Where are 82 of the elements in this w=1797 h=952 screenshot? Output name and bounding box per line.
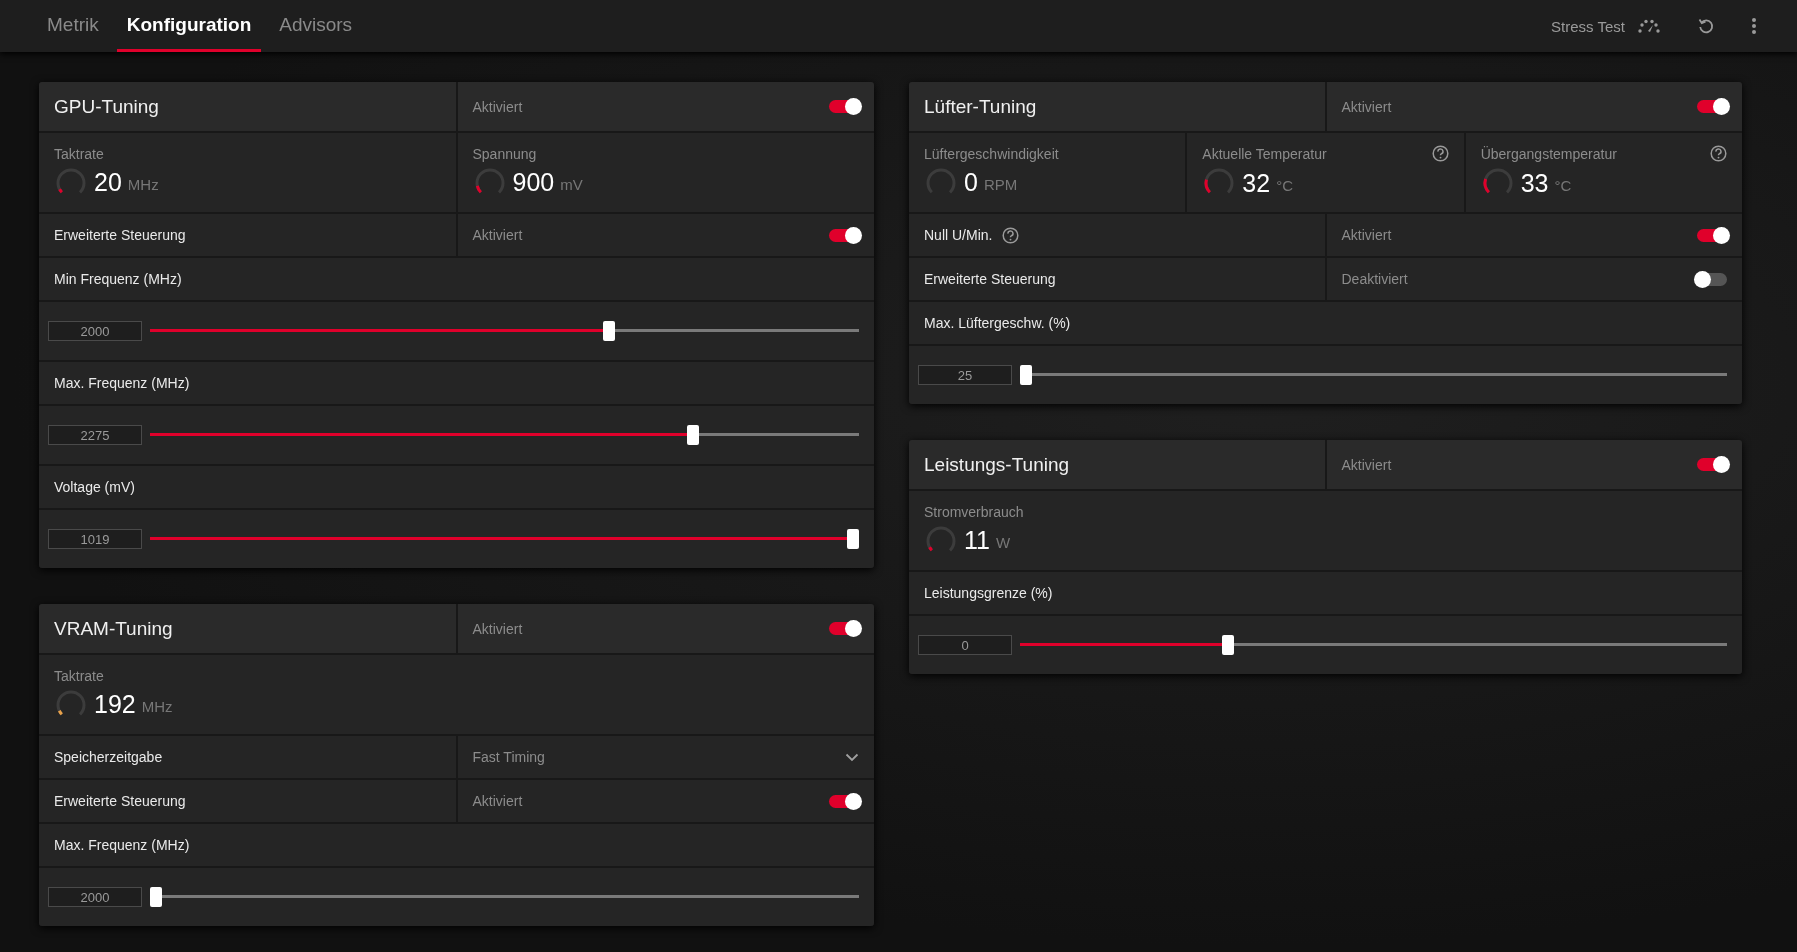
value-field[interactable]: 25 bbox=[918, 365, 1012, 385]
slider-track[interactable] bbox=[150, 529, 859, 549]
slider-label: Max. Frequenz (MHz) bbox=[54, 837, 190, 853]
help-icon[interactable] bbox=[1431, 145, 1449, 162]
metric-unit: mV bbox=[560, 176, 583, 193]
slider-track[interactable] bbox=[150, 887, 859, 907]
toggle-switch[interactable] bbox=[829, 794, 859, 808]
toggle-switch[interactable] bbox=[1697, 458, 1727, 471]
slider-thumb[interactable] bbox=[603, 321, 616, 341]
card-title: Leistungs-Tuning bbox=[924, 453, 1070, 476]
toggle-switch[interactable] bbox=[829, 100, 859, 113]
metric-unit: W bbox=[995, 534, 1011, 551]
slider-track[interactable] bbox=[1020, 635, 1727, 655]
toggle-switch[interactable] bbox=[1697, 272, 1727, 286]
slider-thumb[interactable] bbox=[847, 529, 859, 549]
tab[interactable]: Metrik bbox=[37, 0, 109, 52]
toggle-switch[interactable] bbox=[829, 622, 859, 635]
status-text: Aktiviert bbox=[472, 227, 523, 243]
status-text: Aktiviert bbox=[1341, 98, 1392, 115]
value-field[interactable]: 0 bbox=[918, 635, 1012, 655]
status-text: Aktiviert bbox=[1341, 227, 1392, 243]
gauge-icon[interactable] bbox=[1637, 18, 1661, 34]
metric-label: Stromverbrauch bbox=[924, 503, 1024, 520]
setting-label: Erweiterte Steuerung bbox=[54, 793, 186, 809]
toggle-switch[interactable] bbox=[1697, 100, 1727, 113]
help-icon[interactable] bbox=[1002, 226, 1020, 244]
metric-label: Übergangstemperatur bbox=[1480, 145, 1617, 162]
slider-track[interactable] bbox=[150, 321, 859, 341]
setting-label: Null U/Min. bbox=[924, 227, 993, 243]
setting-label: Speicherzeitgabe bbox=[54, 749, 163, 765]
help-icon[interactable] bbox=[1710, 145, 1727, 162]
metric-label: Taktrate bbox=[54, 145, 104, 162]
metric-unit: MHz bbox=[141, 698, 173, 715]
slider-label: Max. Lüftergeschw. (%) bbox=[924, 315, 1071, 331]
metric-value: 32 bbox=[1242, 168, 1271, 198]
metric-unit: °C bbox=[1276, 176, 1293, 194]
slider-thumb[interactable] bbox=[150, 887, 162, 907]
metric-value: 11 bbox=[964, 526, 990, 555]
value-field[interactable]: 1019 bbox=[48, 529, 142, 549]
status-text: Aktiviert bbox=[1341, 456, 1392, 473]
metric-unit: MHz bbox=[127, 176, 159, 193]
card-title: Lüfter-Tuning bbox=[924, 95, 1037, 118]
metric-value: 192 bbox=[94, 690, 136, 719]
tab[interactable]: Advisors bbox=[269, 0, 363, 52]
slider-thumb[interactable] bbox=[1020, 365, 1032, 385]
metric-label: Aktuelle Temperatur bbox=[1202, 145, 1327, 162]
slider-label: Max. Frequenz (MHz) bbox=[54, 375, 190, 391]
value-field[interactable]: 2000 bbox=[48, 887, 142, 907]
metric-unit: RPM bbox=[983, 176, 1018, 193]
tab[interactable]: Konfiguration bbox=[116, 0, 262, 52]
timing-dropdown[interactable]: Fast Timing bbox=[457, 736, 874, 778]
metric-label: Spannung bbox=[472, 145, 537, 162]
toggle-switch[interactable] bbox=[829, 228, 859, 242]
toggle-switch[interactable] bbox=[1697, 228, 1727, 242]
setting-label: Erweiterte Steuerung bbox=[54, 227, 186, 243]
slider-track[interactable] bbox=[150, 425, 859, 445]
metric-label: Lüftergeschwindigkeit bbox=[924, 145, 1059, 162]
more-icon[interactable] bbox=[1751, 17, 1757, 35]
status-text: Aktiviert bbox=[472, 98, 523, 115]
undo-icon[interactable] bbox=[1697, 17, 1715, 35]
card-title: VRAM-Tuning bbox=[54, 617, 173, 640]
status-text: Aktiviert bbox=[472, 793, 523, 809]
status-text: Aktiviert bbox=[472, 620, 523, 637]
metric-value: 0 bbox=[964, 168, 978, 197]
metric-value: 20 bbox=[94, 168, 122, 197]
slider-label: Min Frequenz (MHz) bbox=[54, 271, 182, 287]
metric-label: Taktrate bbox=[54, 667, 104, 684]
setting-label: Erweiterte Steuerung bbox=[924, 271, 1056, 287]
slider-track[interactable] bbox=[1020, 365, 1727, 385]
status-text: Deaktiviert bbox=[1341, 271, 1408, 287]
chevron-down-icon bbox=[845, 752, 859, 762]
metric-value: 900 bbox=[512, 168, 555, 197]
slider-label: Leistungsgrenze (%) bbox=[924, 585, 1053, 601]
card-title: GPU-Tuning bbox=[54, 95, 159, 118]
stress-test-button[interactable]: Stress Test bbox=[1551, 17, 1625, 35]
value-field[interactable]: 2275 bbox=[48, 425, 142, 445]
slider-thumb[interactable] bbox=[686, 425, 699, 445]
metric-unit: °C bbox=[1554, 176, 1572, 194]
metric-value: 33 bbox=[1520, 168, 1549, 198]
slider-label: Voltage (mV) bbox=[54, 479, 135, 495]
value-field[interactable]: 2000 bbox=[48, 321, 142, 341]
slider-thumb[interactable] bbox=[1221, 635, 1234, 655]
